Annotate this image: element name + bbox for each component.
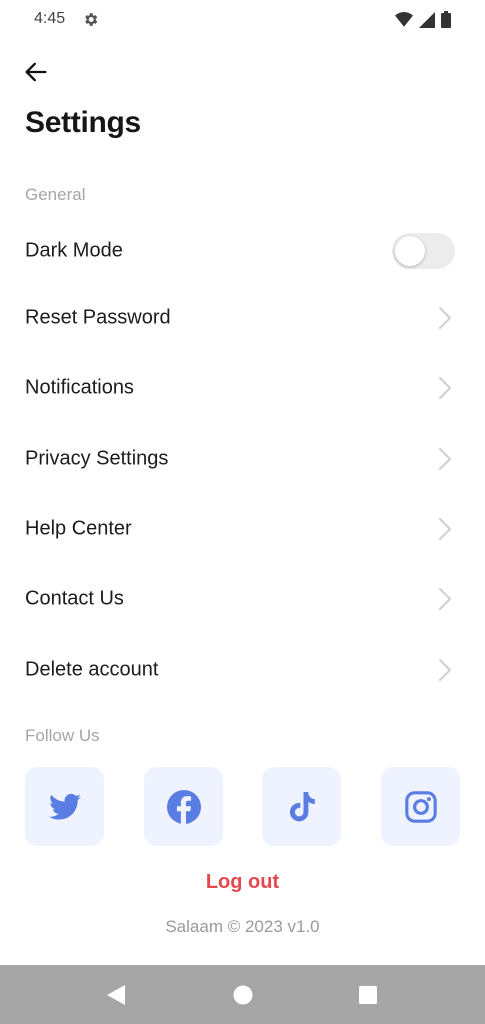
row-label: Reset Password xyxy=(25,306,171,329)
dark-mode-label: Dark Mode xyxy=(25,239,123,262)
back-arrow-icon[interactable] xyxy=(22,58,50,86)
chevron-right-icon xyxy=(439,307,451,329)
tiktok-button[interactable] xyxy=(262,767,341,846)
dark-mode-row: Dark Mode xyxy=(0,216,485,286)
chevron-right-icon xyxy=(439,377,451,399)
row-label: Notifications xyxy=(25,376,134,399)
battery-icon xyxy=(441,11,451,28)
status-time: 4:45 xyxy=(34,10,66,27)
instagram-button[interactable] xyxy=(381,767,460,846)
twitter-button[interactable] xyxy=(25,767,104,846)
dark-mode-toggle[interactable] xyxy=(392,233,455,269)
contact-us-row[interactable]: Contact Us xyxy=(0,564,485,634)
status-bar: 4:45 xyxy=(0,0,485,40)
toggle-knob xyxy=(395,236,425,266)
chevron-right-icon xyxy=(439,659,451,681)
facebook-icon xyxy=(166,789,201,824)
signal-icon xyxy=(419,11,435,28)
privacy-settings-row[interactable]: Privacy Settings xyxy=(0,424,485,494)
logout-button[interactable]: Log out xyxy=(0,871,485,894)
twitter-icon xyxy=(48,793,81,820)
chevron-right-icon xyxy=(439,588,451,610)
page-title: Settings xyxy=(25,106,141,139)
row-label: Privacy Settings xyxy=(25,447,169,470)
tiktok-icon xyxy=(289,791,315,821)
section-label-general: General xyxy=(25,185,86,204)
notifications-row[interactable]: Notifications xyxy=(0,353,485,423)
chevron-right-icon xyxy=(439,448,451,470)
status-icons xyxy=(395,11,451,28)
nav-home-icon[interactable] xyxy=(232,984,254,1006)
wifi-icon xyxy=(395,11,413,27)
reset-password-row[interactable]: Reset Password xyxy=(0,283,485,353)
help-center-row[interactable]: Help Center xyxy=(0,494,485,564)
section-label-follow-us: Follow Us xyxy=(25,726,100,745)
row-label: Contact Us xyxy=(25,587,124,610)
settings-gear-icon xyxy=(85,13,98,26)
facebook-button[interactable] xyxy=(144,767,223,846)
system-nav-bar xyxy=(0,965,485,1024)
row-label: Help Center xyxy=(25,517,132,540)
nav-back-icon[interactable] xyxy=(105,984,127,1006)
instagram-icon xyxy=(404,790,437,823)
row-label: Delete account xyxy=(25,658,159,681)
footer-version: Salaam © 2023 v1.0 xyxy=(165,917,320,936)
delete-account-row[interactable]: Delete account xyxy=(0,635,485,705)
chevron-right-icon xyxy=(439,518,451,540)
nav-recents-icon[interactable] xyxy=(357,984,379,1006)
